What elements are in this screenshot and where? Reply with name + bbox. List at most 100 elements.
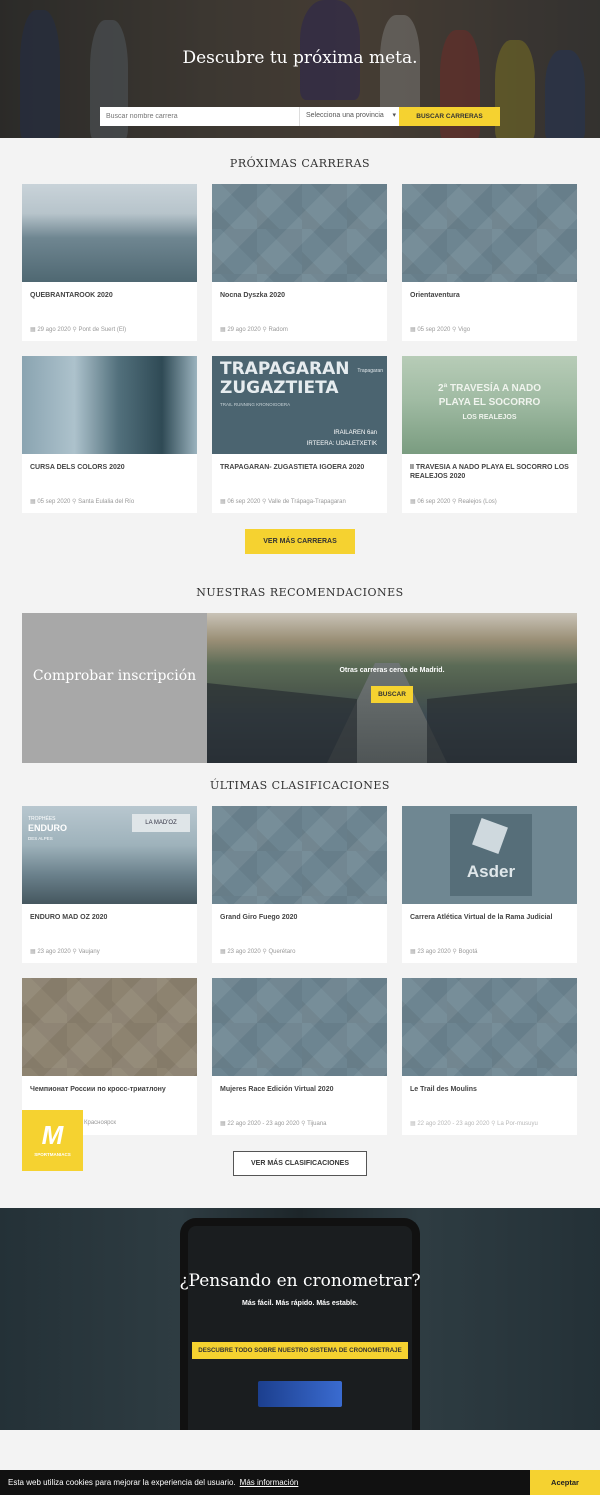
race-place: Santa Eulalia del Río (78, 499, 135, 505)
race-date: 23 ago 2020 (227, 949, 261, 955)
race-image-placeholder (212, 184, 387, 282)
timing-title: ¿Pensando en cronometrar? (179, 1271, 421, 1291)
province-select[interactable]: Selecciona una provincia (299, 107, 399, 126)
search-races-button[interactable]: BUSCAR CARRERAS (399, 107, 500, 126)
race-name: Orientaventura (410, 292, 460, 299)
race-date: 05 sep 2020 (417, 327, 451, 333)
result-card[interactable]: Asder Carrera Atlética Virtual de la Ram… (402, 806, 577, 963)
race-name: Le Trail des Moulins (410, 1086, 477, 1093)
calendar-icon: ▦ (220, 499, 226, 505)
result-card[interactable]: Le Trail des Moulins ▦ 22 ago 2020 - 23 … (402, 978, 577, 1135)
race-name: ENDURO MAD OZ 2020 (30, 914, 108, 921)
race-name: TRAPAGARAN- ZUGASTIETA IGOERA 2020 (220, 464, 365, 471)
race-date: 29 ago 2020 (37, 327, 71, 333)
race-image-placeholder (22, 978, 197, 1076)
race-card[interactable]: QUEBRANTAROOK 2020 ▦ 29 ago 2020 ⚲ Pont … (22, 184, 197, 341)
race-card[interactable]: TRAPAGARAN ZUGAZTIETA TRAIL RUNNING KRONO… (212, 356, 387, 513)
race-meta: ▦ 29 ago 2020 ⚲ Radom (220, 326, 288, 333)
race-meta: ▦ 06 sep 2020 ⚲ Realejos (Los) (410, 498, 497, 505)
cookie-banner: Esta web utiliza cookies para mejorar la… (0, 1470, 600, 1495)
race-place: Vaujany (78, 949, 100, 955)
location-pin-icon: ⚲ (301, 1121, 306, 1127)
race-image (22, 184, 197, 282)
race-card[interactable]: CURSA DELS COLORS 2020 ▦ 05 sep 2020 ⚲ S… (22, 356, 197, 513)
location-pin-icon: ⚲ (262, 949, 267, 955)
location-pin-icon: ⚲ (262, 327, 267, 333)
race-meta: ▦ 06 sep 2020 ⚲ Valle de Trápaga-Trapaga… (220, 498, 346, 505)
check-registration-panel[interactable]: Comprobar inscripción (22, 613, 207, 763)
nearby-races-panel: Otras carreras cerca de Madrid. BUSCAR (207, 613, 577, 763)
race-card[interactable]: 2ª TRAVESÍA A NADO PLAYA EL SOCORRO LOS RE… (402, 356, 577, 513)
more-results-button[interactable]: VER MÁS CLASIFICACIONES (233, 1151, 367, 1176)
poster-text: 2ª TRAVESÍA A NADO (438, 383, 541, 394)
race-image-placeholder (212, 806, 387, 904)
result-card[interactable]: TROPHÉES ENDURO DES ALPES LA MAD'OZ ENDURO… (22, 806, 197, 963)
poster-text: Asder (466, 862, 516, 881)
location-pin-icon: ⚲ (491, 1121, 496, 1127)
cookie-text: Esta web utiliza cookies para mejorar la… (8, 1478, 236, 1487)
result-card[interactable]: Mujeres Race Edición Virtual 2020 ▦ 22 a… (212, 978, 387, 1135)
location-pin-icon: ⚲ (452, 499, 457, 505)
asder-logo: Asder (450, 814, 532, 896)
cookie-accept-button[interactable]: Aceptar (530, 1470, 600, 1495)
cookie-more-info-link[interactable]: Más información (240, 1478, 299, 1487)
race-date: 06 sep 2020 (417, 499, 451, 505)
race-place: La Por-musuyu (497, 1121, 538, 1127)
poster-text: Trapagaran (357, 368, 383, 374)
poster-text: TRAIL RUNNING KRONOIGOERA (220, 402, 291, 407)
race-image-placeholder (212, 978, 387, 1076)
sportmaniacs-logo[interactable]: M SPORTMANIACS (22, 1110, 83, 1171)
calendar-icon: ▦ (30, 949, 36, 955)
more-races-button[interactable]: VER MÁS CARRERAS (245, 529, 355, 554)
race-place: Radom (268, 327, 288, 333)
location-pin-icon: ⚲ (72, 327, 77, 333)
poster-text: ENDURO (28, 823, 68, 833)
location-pin-icon: ⚲ (72, 949, 77, 955)
race-meta: ▦ 22 ago 2020 - 23 ago 2020 ⚲ La Por-mus… (410, 1120, 538, 1127)
race-image-placeholder (402, 184, 577, 282)
race-place: Querétaro (268, 949, 296, 955)
race-place: Красноярск (84, 1120, 117, 1126)
race-meta: ▦ 22 ago 2020 - 23 ago 2020 ⚲ Tijuana (220, 1120, 327, 1127)
race-place: Bogotá (458, 949, 478, 955)
poster-text: TROPHÉES (28, 816, 56, 822)
poster-text: DES ALPES (28, 836, 53, 841)
race-name-search-input[interactable] (100, 107, 299, 126)
race-meta: ▦ 23 ago 2020 ⚲ Vaujany (30, 948, 100, 955)
poster-text: TRAPAGARAN (220, 359, 350, 379)
location-pin-icon: ⚲ (262, 499, 267, 505)
race-card[interactable]: Nocna Dyszka 2020 ▦ 29 ago 2020 ⚲ Radom (212, 184, 387, 341)
race-name: Carrera Atlética Virtual de la Rama Judi… (410, 914, 553, 921)
result-card[interactable]: Grand Giro Fuego 2020 ▦ 23 ago 2020 ⚲ Qu… (212, 806, 387, 963)
location-pin-icon: ⚲ (452, 949, 457, 955)
timing-discover-button[interactable]: DESCUBRE TODO SOBRE NUESTRO SISTEMA DE C… (192, 1342, 408, 1359)
hero-title: Descubre tu próxima meta. (182, 48, 418, 68)
race-place: Vigo (458, 327, 471, 333)
latest-results-title: ÚLTIMAS CLASIFICACIONES (210, 779, 390, 792)
cookie-message: Esta web utiliza cookies para mejorar la… (8, 1478, 298, 1487)
race-poster-image: TRAPAGARAN ZUGAZTIETA TRAIL RUNNING KRONO… (212, 356, 387, 454)
race-place: Tijuana (307, 1121, 327, 1127)
timing-subtitle: Más fácil. Más rápido. Más estable. (242, 1300, 358, 1307)
race-name: Mujeres Race Edición Virtual 2020 (220, 1086, 334, 1093)
race-search-form: Selecciona una provincia BUSCAR CARRERAS (100, 107, 500, 126)
race-image: TROPHÉES ENDURO DES ALPES LA MAD'OZ (22, 806, 197, 904)
nearby-search-button[interactable]: BUSCAR (371, 686, 413, 703)
calendar-icon: ▦ (220, 1121, 226, 1127)
upcoming-races-title: PRÓXIMAS CARRERAS (229, 157, 371, 170)
race-image (22, 356, 197, 454)
location-pin-icon: ⚲ (72, 499, 77, 505)
calendar-icon: ▦ (410, 327, 416, 333)
poster-text: PLAYA EL SOCORRO (438, 397, 541, 408)
race-name: CURSA DELS COLORS 2020 (30, 464, 125, 471)
race-date: 23 ago 2020 (37, 949, 71, 955)
race-meta: ▦ 23 ago 2020 ⚲ Bogotá (410, 948, 478, 955)
race-place: Pont de Suert (El) (78, 327, 127, 333)
race-place: Realejos (Los) (458, 499, 497, 505)
race-date: 05 sep 2020 (37, 499, 71, 505)
race-card[interactable]: Orientaventura ▦ 05 sep 2020 ⚲ Vigo (402, 184, 577, 341)
poster-text: LOS REALEJOS (462, 414, 517, 421)
race-date: 22 ago 2020 - 23 ago 2020 (417, 1121, 490, 1127)
poster-text: LA MAD'OZ (132, 814, 190, 832)
race-meta: ▦ 05 sep 2020 ⚲ Santa Eulalia del Río (30, 498, 134, 505)
